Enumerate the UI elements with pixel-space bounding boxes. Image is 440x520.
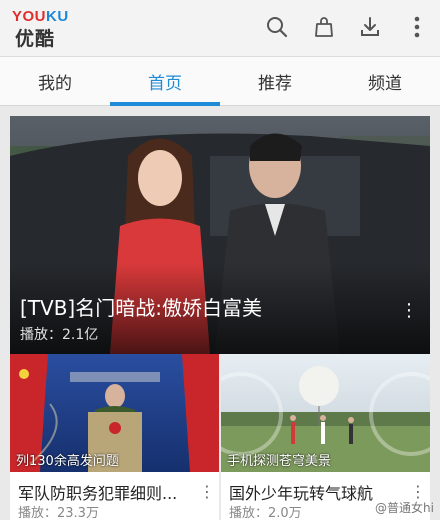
featured-play-count: 播放：2.1亿 <box>20 327 99 343</box>
top-header: YOUKU 优酷 <box>0 0 440 56</box>
more-vertical-icon[interactable] <box>402 12 432 42</box>
card-thumbnail: 手机探测苍穹美景 <box>221 354 430 472</box>
tab-channels[interactable]: 频道 <box>330 57 440 105</box>
card-more-icon[interactable]: ⋮ <box>199 482 215 501</box>
logo-en-part1: YOU <box>12 8 47 25</box>
featured-video[interactable]: [TVB]名门暗战:傲娇白富美 播放：2.1亿 ⋮ <box>10 116 430 354</box>
logo-cn: 优酷 <box>15 28 56 50</box>
shopping-bag-icon[interactable] <box>309 12 339 42</box>
card-play-count: 播放：2.0万 <box>229 506 302 520</box>
featured-title: [TVB]名门暗战:傲娇白富美 <box>20 296 262 320</box>
video-card-military[interactable]: 列130余高发问题 军队防职务犯罪细则... 播放：23.3万 ⋮ <box>10 354 219 520</box>
logo-en-part2: KU <box>46 8 69 25</box>
video-card-balloon[interactable]: 手机探测苍穹美景 国外少年玩转气球航 播放：2.0万 ⋮ <box>221 354 430 520</box>
card-play-count: 播放：23.3万 <box>18 506 99 520</box>
card-title: 军队防职务犯罪细则... <box>18 484 178 503</box>
tab-home[interactable]: 首页 <box>110 57 220 106</box>
card-thumb-caption: 手机探测苍穹美景 <box>227 454 332 469</box>
featured-more-icon[interactable]: ⋮ <box>400 300 418 322</box>
search-icon[interactable] <box>262 12 292 42</box>
tab-bar: 我的 首页 推荐 频道 <box>0 56 440 106</box>
logo-en: YOUKU <box>12 8 69 25</box>
tab-recommend[interactable]: 推荐 <box>220 57 330 105</box>
weibo-watermark: @普通女hi <box>375 501 434 515</box>
card-thumbnail: 列130余高发问题 <box>10 354 219 472</box>
card-more-icon[interactable]: ⋮ <box>410 482 426 501</box>
tab-mine[interactable]: 我的 <box>0 57 110 105</box>
download-icon[interactable] <box>355 12 385 42</box>
youku-logo[interactable]: YOUKU 优酷 <box>12 8 72 50</box>
card-thumb-caption: 列130余高发问题 <box>16 454 119 469</box>
youku-app: YOUKU 优酷 我的 首页 推荐 频道 [TVB]名门暗战:傲娇白富美 播放：… <box>0 0 440 520</box>
